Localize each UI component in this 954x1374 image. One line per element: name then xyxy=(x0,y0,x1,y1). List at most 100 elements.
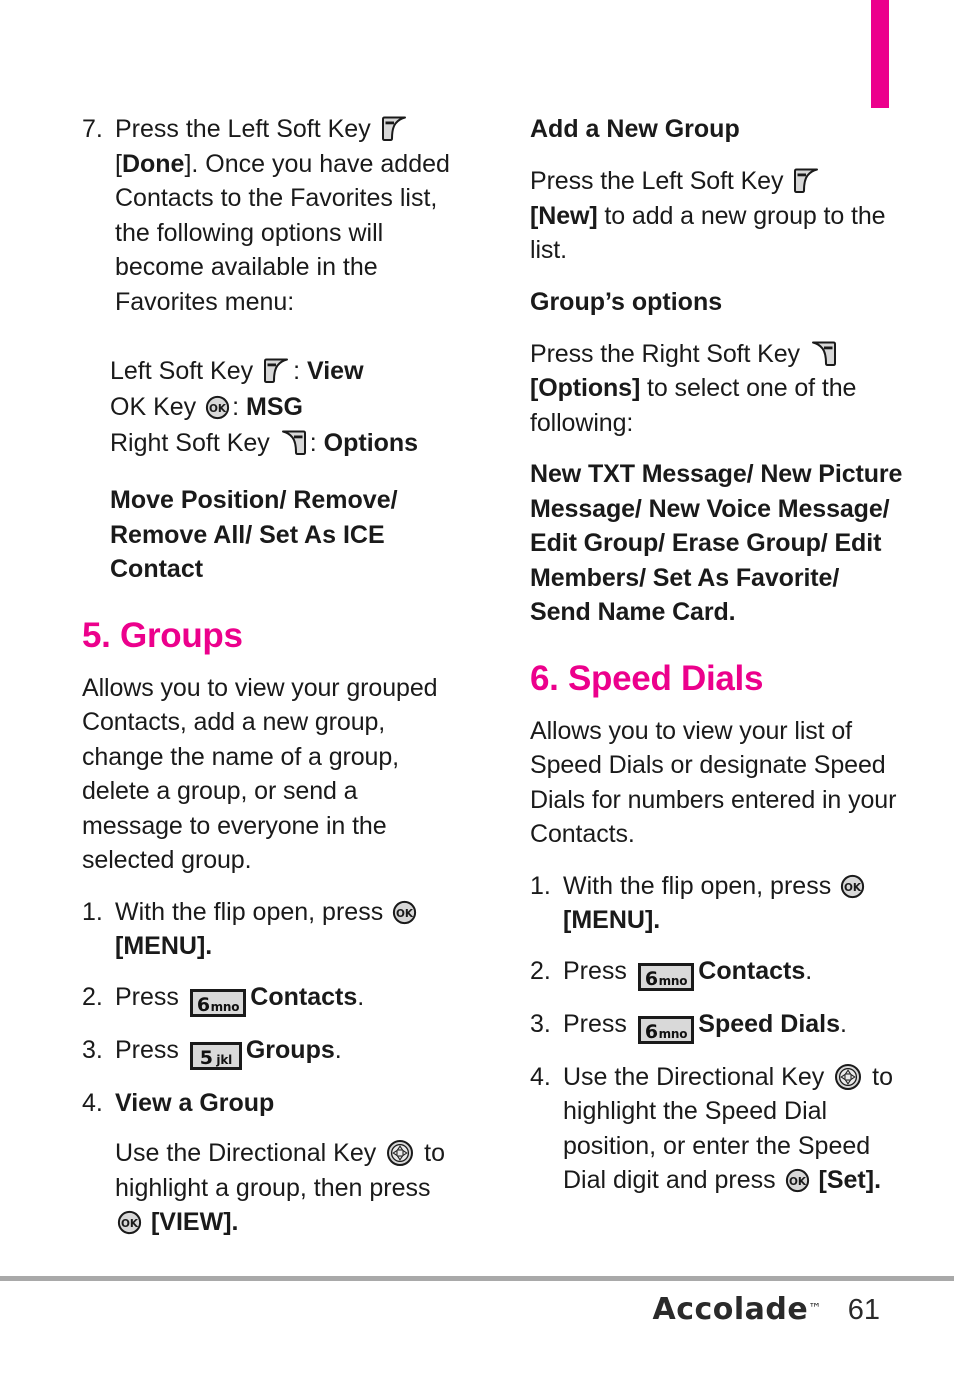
spacer-text xyxy=(144,1208,151,1236)
key-legend-row-right-soft: Right Soft Key : Options xyxy=(110,425,457,461)
step-number: 4. xyxy=(82,1088,103,1117)
ok-key-icon: OK xyxy=(392,900,417,925)
section-heading-groups: 5. Groups xyxy=(82,615,243,655)
groups-step-1: 1. With the flip open, press OK [MENU]. xyxy=(82,895,457,964)
step-text: Press xyxy=(115,1035,186,1064)
detail-text: Use the Directional Key xyxy=(115,1139,384,1167)
subheading-groups-options: Group’s options xyxy=(530,287,723,316)
left-soft-key-icon xyxy=(263,358,290,384)
step-period: . xyxy=(357,982,365,1011)
group-options-list: New TXT Message/ New Picture Message/ Ne… xyxy=(530,460,903,626)
key-legend-label: Right Soft Key xyxy=(110,429,277,457)
step-heading-view-a-group: View a Group xyxy=(115,1088,275,1117)
key-legend-row-ok: OK Key OK : MSG xyxy=(110,389,457,425)
speeddials-step-2: 2. Press 6mno Contacts. xyxy=(530,954,905,991)
ok-key-icon: OK xyxy=(840,874,865,899)
softkey-label-new: New xyxy=(538,201,590,230)
key-legend: Left Soft Key : View OK Key OK : MSG Rig… xyxy=(82,353,457,461)
key-legend-sep: : xyxy=(232,393,246,421)
groups-step-3: 3. Press 5 jkl Groups. xyxy=(82,1033,457,1070)
favorites-options-list: Move Position/ Remove/ Remove All/ Set A… xyxy=(110,486,398,583)
manual-page: 7. Press the Left Soft Key [Done]. Once y… xyxy=(0,0,954,1374)
speeddials-step-3: 3. Press 6mno Speed Dials. xyxy=(530,1007,905,1044)
softkey-label-done: Done xyxy=(121,149,185,178)
menu-label: MENU xyxy=(123,932,197,960)
bracket-open: [ xyxy=(818,1166,827,1194)
bracket-close: ]. xyxy=(644,906,661,934)
speeddials-step-4: 4. Use the Directional Key to highlight t… xyxy=(530,1060,905,1198)
step-number: 1. xyxy=(82,897,103,926)
bracket-close: ] xyxy=(589,201,598,230)
step-text: Press the Left Soft Key xyxy=(115,115,378,143)
key-6-mno-icon: 6mno xyxy=(637,1015,695,1044)
bracket-open: [ xyxy=(115,149,122,178)
key-letters: jkl xyxy=(216,1052,233,1067)
groups-step-2: 2. Press 6mno Contacts. xyxy=(82,980,457,1017)
group-options-instruction: Press the Right Soft Key [Options] to se… xyxy=(530,337,905,441)
add-group-instruction: Press the Left Soft Key [New] to add a n… xyxy=(530,164,905,268)
step-period: . xyxy=(334,1035,342,1064)
svg-text:OK: OK xyxy=(209,403,227,415)
directional-key-icon xyxy=(834,1063,862,1091)
step-number: 3. xyxy=(530,1009,551,1038)
key-legend-sep: : xyxy=(293,357,307,385)
step-period: . xyxy=(840,1009,847,1038)
step-number: 4. xyxy=(530,1062,551,1091)
softkey-label-view: VIEW xyxy=(159,1208,224,1236)
key-legend-value: Options xyxy=(323,429,419,457)
ok-key-icon: OK xyxy=(117,1210,142,1235)
step-number: 3. xyxy=(82,1035,103,1064)
groups-step-4: 4. View a Group xyxy=(82,1086,457,1121)
softkey-label-set: Set xyxy=(826,1166,866,1194)
step-number: 2. xyxy=(530,956,551,985)
directional-key-icon xyxy=(386,1139,414,1167)
step-number: 1. xyxy=(530,871,551,900)
instruction-text: Press the Left Soft Key xyxy=(530,167,791,195)
menu-item-contacts: Contacts xyxy=(698,956,806,985)
bracket-close: ]. xyxy=(223,1208,239,1236)
footer-divider xyxy=(0,1276,954,1281)
right-soft-key-icon xyxy=(810,341,837,367)
speeddials-step-1: 1. With the flip open, press OK [MENU]. xyxy=(530,869,905,938)
key-legend-label: OK Key xyxy=(110,393,204,421)
page-number: 61 xyxy=(847,1294,880,1326)
step-text: With the flip open, press xyxy=(563,871,839,900)
key-digit: 6 xyxy=(644,967,658,990)
key-6-mno-icon: 6mno xyxy=(637,962,695,991)
key-6-mno-icon: 6mno xyxy=(189,988,247,1017)
key-letters: mno xyxy=(658,1026,688,1041)
right-column: Add a New Group Press the Left Soft Key … xyxy=(530,112,905,1214)
key-digit: 6 xyxy=(196,993,210,1016)
key-digit: 5 xyxy=(199,1046,213,1069)
menu-item-speed-dials: Speed Dials xyxy=(698,1009,841,1038)
groups-step-4-detail: Use the Directional Key to highlight a g… xyxy=(82,1136,457,1240)
step-text: Use the Directional Key xyxy=(563,1062,832,1091)
svg-text:OK: OK xyxy=(396,908,414,920)
subheading-add-a-new-group: Add a New Group xyxy=(530,115,740,143)
trademark-symbol: ™ xyxy=(808,1301,822,1317)
spacer-text xyxy=(812,1166,819,1194)
svg-text:OK: OK xyxy=(844,882,862,894)
left-soft-key-icon xyxy=(793,168,820,194)
step-text: With the flip open, press xyxy=(115,897,391,926)
section-5-intro: Allows you to view your grouped Contacts… xyxy=(82,673,438,875)
key-legend-label: Left Soft Key xyxy=(110,357,261,385)
key-legend-row-left-soft: Left Soft Key : View xyxy=(110,353,457,389)
step-text: Press xyxy=(563,956,634,985)
bracket-close: ]. xyxy=(865,1166,882,1194)
step-number: 7. xyxy=(82,115,103,143)
brand-name: Accolade xyxy=(652,1292,809,1327)
bracket-open: [ xyxy=(530,201,539,230)
step-period: . xyxy=(805,956,813,985)
section-heading-speed-dials: 6. Speed Dials xyxy=(530,658,764,698)
left-soft-key-icon xyxy=(381,116,408,142)
step-text: Press xyxy=(115,982,186,1011)
menu-item-groups: Groups xyxy=(245,1035,335,1064)
key-legend-value: MSG xyxy=(246,393,303,421)
key-letters: mno xyxy=(210,999,240,1014)
section-6-intro: Allows you to view your list of Speed Di… xyxy=(530,716,897,849)
instruction-text: Press the Right Soft Key xyxy=(530,339,807,368)
key-letters: mno xyxy=(658,973,688,988)
left-column: 7. Press the Left Soft Key [Done]. Once y… xyxy=(82,112,457,1257)
menu-label: MENU xyxy=(571,906,645,934)
